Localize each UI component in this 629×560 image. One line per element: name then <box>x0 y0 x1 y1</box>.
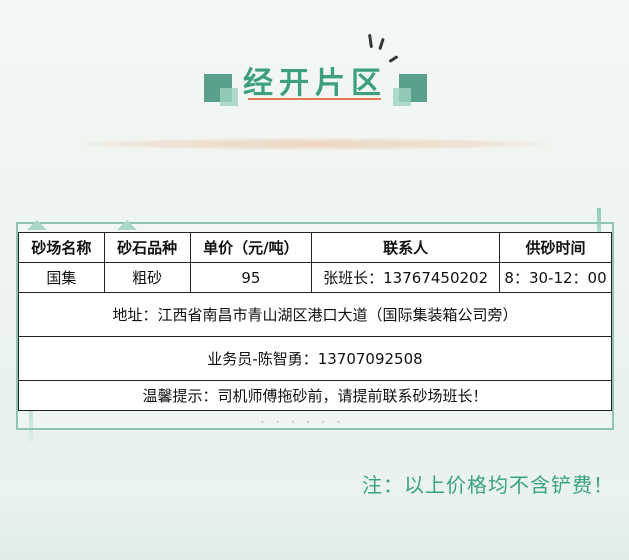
header-site-name: 砂场名称 <box>18 232 105 263</box>
triangle-decor <box>27 220 47 230</box>
address-row: 地址：江西省南昌市青山湖区港口大道（国际集装箱公司旁） <box>18 292 612 337</box>
cell-sand-type: 粗砂 <box>103 262 191 293</box>
header-sand-type: 砂石品种 <box>103 232 191 263</box>
spark-icon <box>368 33 373 49</box>
cell-supply-time: 8：30-12：00 <box>499 262 612 293</box>
dots-decor: • • • • • • <box>260 418 346 427</box>
decor-square-right-small <box>393 88 411 106</box>
header-unit-price: 单价（元/吨） <box>189 232 313 263</box>
cell-site-name: 国集 <box>18 262 105 293</box>
table-header-row: 砂场名称 砂石品种 单价（元/吨） 联系人 供砂时间 <box>18 232 612 263</box>
cell-contact: 张班长：13767450202 <box>311 262 501 293</box>
page-title: 经开片区 <box>243 66 387 101</box>
price-note: 注：以上价格均不含铲费！ <box>362 473 614 497</box>
spark-icon <box>388 55 399 63</box>
spark-icon <box>378 37 385 51</box>
title-underline <box>248 98 381 100</box>
brush-stroke-decor <box>80 138 550 150</box>
header-supply-time: 供砂时间 <box>499 232 612 263</box>
reminder-row: 温馨提示：司机师傅拖砂前，请提前联系砂场班长！ <box>18 380 612 411</box>
reminder-text: 温馨提示：司机师傅拖砂前，请提前联系砂场班长！ <box>18 380 612 411</box>
header-contact: 联系人 <box>311 232 501 263</box>
cell-unit-price: 95 <box>189 262 313 293</box>
address-text: 地址：江西省南昌市青山湖区港口大道（国际集装箱公司旁） <box>18 292 612 337</box>
salesperson-text: 业务员-陈智勇：13707092508 <box>18 336 612 381</box>
bottom-glow-decor <box>0 500 629 560</box>
sand-price-table: 砂场名称 砂石品种 单价（元/吨） 联系人 供砂时间 国集 粗砂 95 张班长：… <box>18 232 612 411</box>
table-row: 国集 粗砂 95 张班长：13767450202 8：30-12：00 <box>18 262 612 293</box>
salesperson-row: 业务员-陈智勇：13707092508 <box>18 336 612 381</box>
decor-square-left-small <box>220 88 238 106</box>
header: 经开片区 <box>0 0 629 150</box>
triangle-decor <box>117 220 137 230</box>
